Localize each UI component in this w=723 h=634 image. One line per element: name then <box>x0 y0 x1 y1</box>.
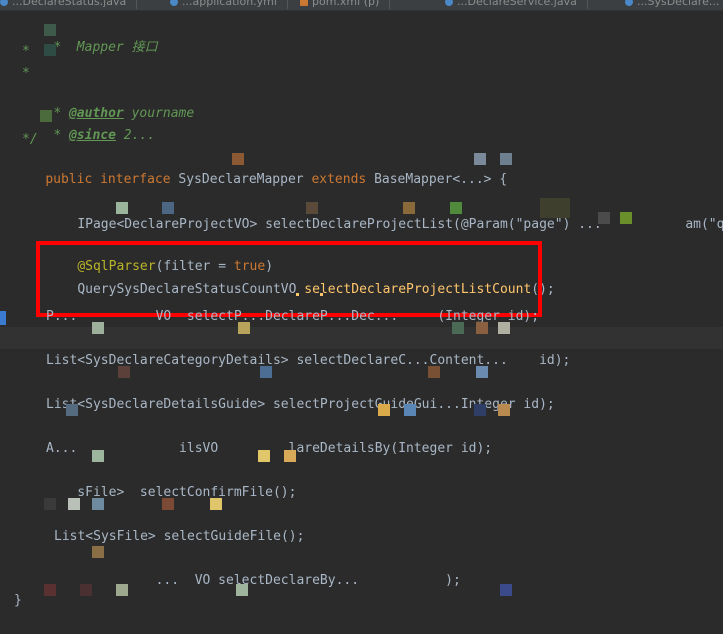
mosaic-block <box>162 498 174 510</box>
xml-file-icon <box>300 0 308 6</box>
mosaic-block <box>428 366 440 378</box>
interface-declaration: public interface SysDeclareMapper extend… <box>45 172 508 187</box>
mosaic-block <box>498 322 510 334</box>
marker-dot <box>320 293 323 296</box>
tab-pom-xml[interactable]: pom.xml (p) <box>300 0 391 9</box>
mosaic-block <box>540 198 570 218</box>
tab-declare-status[interactable]: ...DeclareStatus.java <box>0 0 138 9</box>
method-select-list-tail: am("query <box>685 217 723 232</box>
mosaic-block <box>500 153 512 165</box>
tab-declare-service[interactable]: ...DeclareService.java <box>445 0 588 9</box>
highlight-box <box>36 241 542 317</box>
mosaic-block <box>116 202 128 214</box>
mosaic-block <box>44 24 56 36</box>
mosaic-block <box>403 202 415 214</box>
mosaic-block <box>498 404 510 416</box>
mosaic-block <box>236 584 248 596</box>
mosaic-block <box>92 546 104 558</box>
mosaic-block <box>258 450 270 462</box>
mosaic-block <box>404 404 416 416</box>
mosaic-block <box>476 322 488 334</box>
mosaic-block <box>238 322 250 334</box>
mosaic-block <box>452 322 464 334</box>
code-editor[interactable]: * Mapper 接口 * * * @author yourname * @si… <box>0 10 723 634</box>
tab-application-yml[interactable]: ...application.yml <box>170 0 288 9</box>
method-line: List<SysFile> selectGuideFile(); <box>54 529 305 544</box>
mosaic-block <box>476 366 488 378</box>
yml-file-icon <box>170 0 178 6</box>
mosaic-block <box>44 498 56 510</box>
mosaic-block <box>500 584 512 596</box>
mosaic-block <box>68 498 80 510</box>
mosaic-block <box>450 202 462 214</box>
marker-dot <box>296 293 299 296</box>
java-file-icon <box>0 0 8 6</box>
current-line-highlight <box>0 327 723 349</box>
method-line: ... VO selectDeclareBy... ); <box>46 573 461 588</box>
mosaic-block <box>40 110 52 122</box>
mosaic-block <box>162 202 174 214</box>
mosaic-block <box>598 212 610 224</box>
mosaic-block <box>474 153 486 165</box>
mosaic-block <box>92 450 104 462</box>
mosaic-block <box>232 153 244 165</box>
mosaic-block <box>66 404 78 416</box>
mosaic-block <box>210 498 222 510</box>
java-file-icon <box>445 0 453 6</box>
comment-line: * Mapper 接口 <box>53 40 158 55</box>
mosaic-block <box>80 584 92 596</box>
mosaic-block <box>378 404 390 416</box>
comment-end-line: */ <box>22 132 38 147</box>
method-select-list: IPage<DeclareProjectVO> selectDeclarePro… <box>77 217 602 232</box>
comment-line: * <box>22 66 30 81</box>
mosaic-block <box>284 450 296 462</box>
java-file-icon <box>625 0 633 6</box>
mosaic-block <box>118 366 130 378</box>
tab-sys-declare[interactable]: ...SysDeclare... <box>625 0 719 9</box>
mosaic-block <box>92 498 104 510</box>
comment-line: * <box>22 44 30 59</box>
mosaic-block <box>260 366 272 378</box>
mosaic-block <box>474 404 486 416</box>
mosaic-block <box>620 212 632 224</box>
mosaic-block <box>44 44 56 56</box>
mosaic-block <box>44 584 56 596</box>
mosaic-block <box>116 584 128 596</box>
gutter-change-marker <box>0 311 6 325</box>
mosaic-block <box>306 202 318 214</box>
method-line: P... VO selectP...DeclareP...Dec... (Int… <box>46 309 540 324</box>
closing-brace: } <box>14 593 22 608</box>
comment-author-line: * @author yourname <box>53 106 195 121</box>
mosaic-block <box>92 322 104 334</box>
